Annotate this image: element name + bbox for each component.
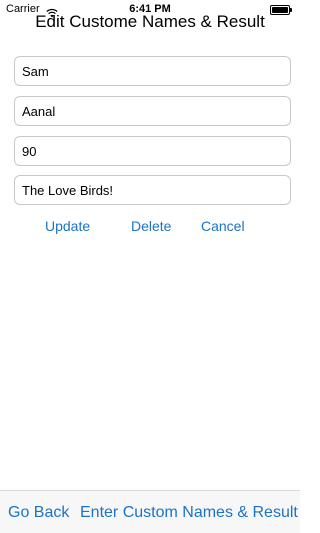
cancel-button[interactable]: Cancel (201, 216, 245, 236)
first-name-field[interactable] (14, 56, 291, 86)
page-title: Edit Custome Names & Result (35, 12, 265, 31)
go-back-button[interactable]: Go Back (8, 503, 69, 523)
message-field[interactable] (14, 175, 291, 205)
second-name-field[interactable] (14, 96, 291, 126)
update-button[interactable]: Update (45, 216, 90, 236)
result-field[interactable] (14, 136, 291, 166)
delete-button[interactable]: Delete (131, 216, 171, 236)
bottom-toolbar: Go Back Enter Custom Names & Result (0, 490, 300, 533)
enter-custom-names-button[interactable]: Enter Custom Names & Result (80, 503, 298, 523)
